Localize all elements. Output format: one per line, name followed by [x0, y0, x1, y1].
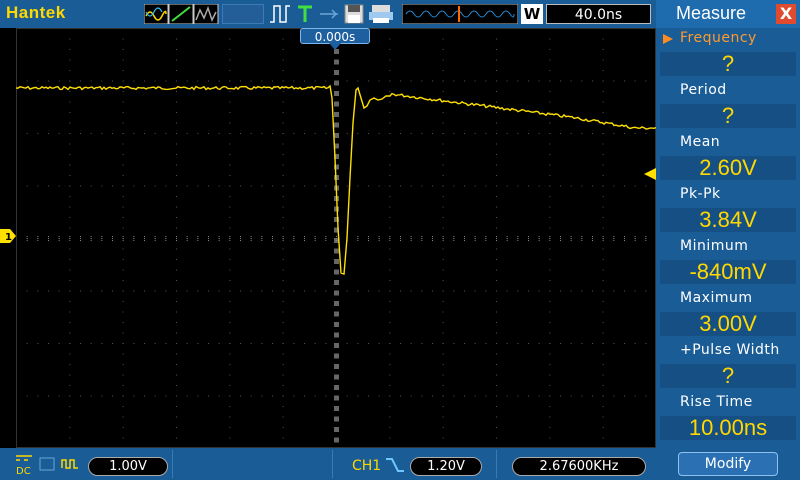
measure-value-frequency: ? — [660, 52, 796, 76]
ch1-volts-div[interactable]: 1.00V — [88, 457, 168, 476]
measure-label-period[interactable]: Period — [680, 82, 727, 98]
ch1-marker-label: 1 — [5, 232, 12, 243]
timebase-readout[interactable]: 40.0ns — [546, 4, 651, 24]
measure-value-mean: 2.60V — [660, 156, 796, 180]
print-icon[interactable] — [368, 4, 394, 24]
divider — [496, 450, 497, 478]
usb-icon — [320, 9, 338, 19]
trigger-level[interactable]: 1.20V — [410, 457, 482, 476]
waveform-display[interactable] — [16, 28, 656, 448]
save-icon[interactable] — [344, 4, 364, 24]
coupling-label: DC — [16, 466, 31, 476]
measure-label-frequency[interactable]: Frequency — [680, 30, 757, 46]
measure-title: Measure — [676, 3, 747, 23]
measure-title-bar: Measure X — [656, 0, 800, 28]
measure-value-period: ? — [660, 104, 796, 128]
status-box — [222, 4, 264, 24]
waveform-mode-icon[interactable] — [144, 4, 220, 24]
selection-arrow-icon — [663, 34, 673, 44]
modify-button[interactable]: Modify — [678, 452, 778, 476]
measure-label-maximum[interactable]: Maximum — [680, 290, 752, 306]
trigger-edge-icon[interactable] — [268, 4, 292, 24]
measure-value-pulse-width: ? — [660, 364, 796, 388]
trigger-position-label[interactable]: 0.000s — [300, 28, 370, 44]
run-mode-badge[interactable]: W — [521, 4, 543, 24]
frequency-counter: 2.67600KHz — [512, 457, 646, 476]
brand-logo: Hantek — [6, 3, 66, 22]
trigger-channel-label: CH1 — [352, 458, 382, 474]
measure-label-pkpk[interactable]: Pk-Pk — [680, 186, 721, 202]
coupling-icons[interactable]: DC — [14, 452, 84, 476]
measure-label-pulse-width[interactable]: +Pulse Width — [680, 342, 780, 358]
top-status-bar: Hantek W 40.0ns — [0, 0, 656, 28]
close-button[interactable]: X — [776, 4, 796, 24]
trigger-t-icon[interactable] — [295, 4, 315, 24]
measure-label-rise-time[interactable]: Rise Time — [680, 394, 753, 410]
measure-label-minimum[interactable]: Minimum — [680, 238, 748, 254]
measure-value-maximum: 3.00V — [660, 312, 796, 336]
ch1-ground-marker[interactable]: 1 — [0, 229, 16, 243]
measure-value-pkpk: 3.84V — [660, 208, 796, 232]
divider — [332, 450, 333, 478]
memory-depth-bar[interactable] — [402, 4, 518, 24]
trigger-level-marker — [644, 168, 656, 180]
divider — [172, 450, 173, 478]
measure-value-rise-time: 10.00ns — [660, 416, 796, 440]
measure-value-minimum: -840mV — [660, 260, 796, 284]
trigger-slope-icon[interactable] — [384, 455, 406, 475]
measure-label-mean[interactable]: Mean — [680, 134, 720, 150]
trigger-position-pointer — [329, 43, 341, 50]
waveform-grid — [16, 28, 656, 448]
